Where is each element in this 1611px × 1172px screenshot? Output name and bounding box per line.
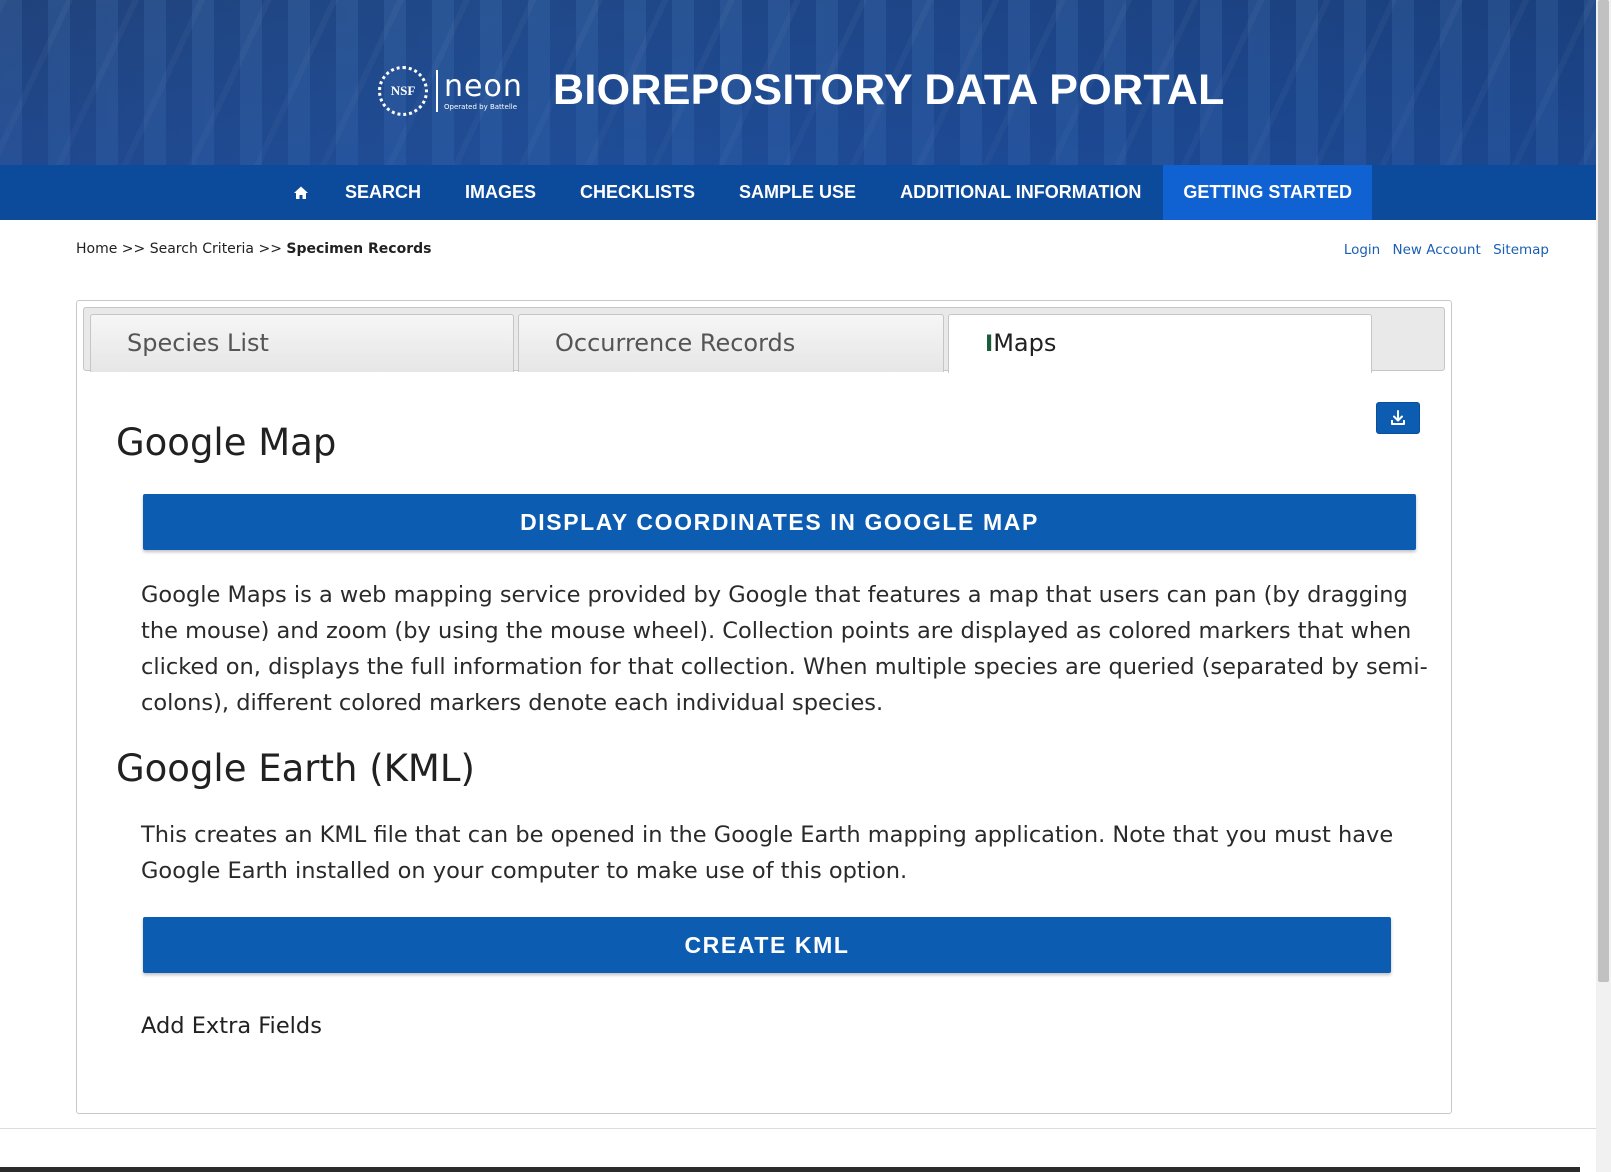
google-map-description: Google Maps is a web mapping service pro…: [141, 582, 1428, 716]
brand-logos[interactable]: NSF neon Operated by Battelle: [378, 66, 523, 116]
breadcrumb-separator: >>: [258, 241, 282, 257]
breadcrumb-current: Specimen Records: [286, 241, 432, 257]
tab-occurrence-records-label: Occurrence Records: [555, 329, 796, 357]
footer-divider: [0, 1128, 1596, 1129]
breadcrumb-search-criteria[interactable]: Search Criteria: [150, 241, 254, 257]
neon-logo-word: neon: [444, 68, 523, 104]
scrollbar-thumb[interactable]: [1598, 0, 1609, 982]
nav-home[interactable]: [287, 165, 323, 220]
nav-getting-started[interactable]: GETTING STARTED: [1163, 165, 1373, 220]
nsf-logo-text: NSF: [390, 83, 416, 98]
maps-panel: Species List Occurrence Records IMaps Go…: [76, 300, 1452, 1114]
tab-species-list[interactable]: Species List: [90, 314, 514, 372]
tab-maps[interactable]: IMaps: [948, 314, 1372, 373]
account-links: Login New Account Sitemap: [1336, 242, 1549, 258]
sitemap-link[interactable]: Sitemap: [1493, 242, 1549, 258]
add-extra-fields-link[interactable]: Add Extra Fields: [141, 1013, 322, 1039]
tab-bar: Species List Occurrence Records IMaps: [83, 307, 1445, 373]
main-nav: SEARCH IMAGES CHECKLISTS SAMPLE USE ADDI…: [0, 165, 1596, 220]
home-icon: [294, 186, 308, 199]
breadcrumb: Home >> Search Criteria >> Specimen Reco…: [76, 241, 431, 257]
new-account-link[interactable]: New Account: [1393, 242, 1481, 258]
page-scrollbar[interactable]: [1596, 0, 1611, 1172]
google-map-heading: Google Map: [116, 421, 337, 464]
google-earth-heading: Google Earth (KML): [116, 747, 475, 790]
breadcrumb-home[interactable]: Home: [76, 241, 117, 257]
download-icon: [1391, 410, 1405, 425]
nav-search[interactable]: SEARCH: [323, 165, 443, 220]
download-button[interactable]: [1376, 402, 1420, 434]
nav-checklists[interactable]: CHECKLISTS: [558, 165, 717, 220]
nav-sample-use[interactable]: SAMPLE USE: [717, 165, 878, 220]
nav-images[interactable]: IMAGES: [443, 165, 558, 220]
google-earth-description: This creates an KML file that can be ope…: [141, 822, 1394, 884]
display-google-map-button[interactable]: DISPLAY COORDINATES IN GOOGLE MAP: [143, 494, 1416, 550]
breadcrumb-separator: >>: [121, 241, 146, 257]
create-kml-button[interactable]: CREATE KML: [143, 917, 1391, 973]
neon-logo-subtitle: Operated by Battelle: [444, 102, 518, 111]
portal-title: BIOREPOSITORY DATA PORTAL: [553, 66, 1225, 114]
tab-maps-label: Maps: [993, 329, 1057, 357]
nav-additional-information[interactable]: ADDITIONAL INFORMATION: [878, 165, 1163, 220]
text-cursor-icon: I: [985, 332, 994, 357]
tab-species-list-label: Species List: [127, 329, 269, 357]
footer-bar: [0, 1167, 1580, 1172]
nsf-logo: NSF: [378, 66, 428, 116]
logo-divider: [436, 70, 438, 112]
neon-logo: neon Operated by Battelle: [444, 68, 523, 111]
header-banner: NSF neon Operated by Battelle BIOREPOSIT…: [0, 0, 1596, 165]
tab-occurrence-records[interactable]: Occurrence Records: [518, 314, 944, 372]
login-link[interactable]: Login: [1344, 242, 1380, 258]
